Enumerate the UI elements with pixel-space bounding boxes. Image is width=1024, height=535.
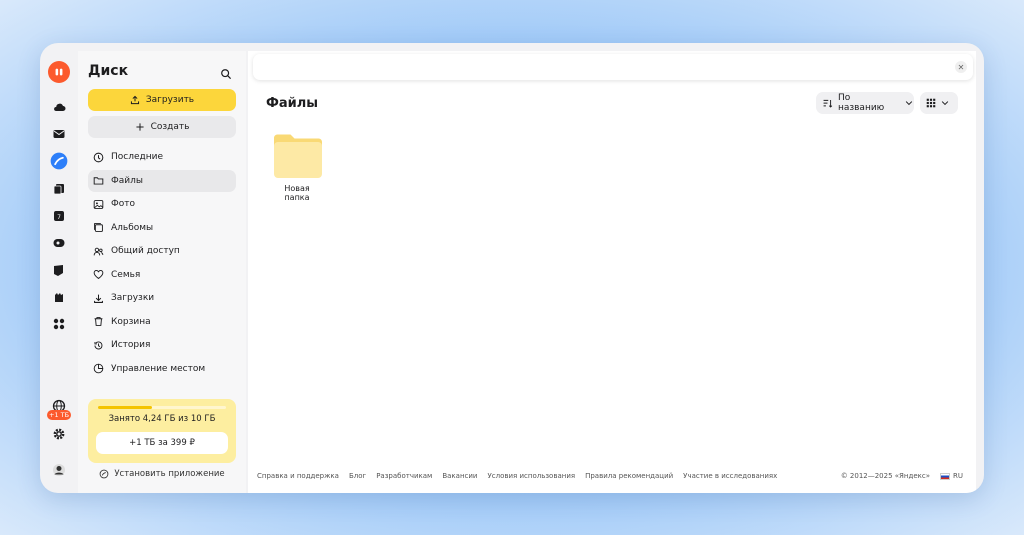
storage-progress-bar (98, 406, 226, 409)
create-label: Создать (150, 122, 190, 132)
language-label: RU (953, 472, 963, 480)
apps-grid-icon[interactable] (48, 313, 70, 335)
main-content: ✕ Файлы По названию Новая папка Справка … (248, 51, 976, 493)
language-switch[interactable]: RU (940, 472, 963, 480)
sidebar-item-label: Общий доступ (111, 246, 180, 256)
sidebar-item-family[interactable]: Семья (88, 264, 236, 286)
chevron-down-icon (905, 101, 913, 106)
plus-icon (135, 123, 144, 131)
footer-link[interactable]: Блог (349, 472, 366, 480)
sidebar-item-photo[interactable]: Фото (88, 193, 236, 215)
footer-link[interactable]: Вакансии (442, 472, 477, 480)
storage-offer-badge: +1 ТБ (47, 410, 72, 420)
storage-progress-fill (98, 406, 153, 409)
app-rail: 7 +1 ТБ (40, 43, 78, 493)
sort-icon (823, 99, 833, 108)
install-app-link[interactable]: Установить приложение (88, 469, 236, 479)
copyright: © 2012—2025 «Яндекс» (840, 472, 930, 480)
close-icon[interactable]: ✕ (955, 61, 967, 73)
album-icon (94, 223, 103, 232)
search-bar[interactable]: ✕ (253, 54, 973, 80)
sidebar-item-label: Управление местом (111, 363, 206, 374)
download-icon (94, 294, 103, 303)
storage-icon (93, 363, 104, 374)
sidebar-item-history[interactable]: История (88, 334, 236, 356)
sidebar-item-label: Фото (111, 199, 136, 209)
history-icon (94, 340, 103, 349)
folder-name[interactable]: Новая папка (272, 184, 322, 202)
yandex-logo-icon[interactable] (48, 61, 70, 83)
forms-icon[interactable] (48, 286, 70, 308)
footer-link[interactable]: Участие в исследованиях (683, 472, 777, 480)
sidebar-item-label: Корзина (111, 316, 151, 327)
sidebar-item-storage[interactable]: Управление местом (88, 358, 236, 380)
footer-links: Справка и поддержка Блог Разработчикам В… (257, 472, 777, 480)
footer-link[interactable]: Правила рекомендаций (585, 472, 673, 480)
sidebar-item-label: Последние (111, 152, 164, 162)
upload-button[interactable]: Загрузить (88, 89, 236, 111)
folder-item[interactable] (272, 132, 324, 184)
sidebar-nav: Последние Файлы Фото Альбомы Общий досту… (88, 146, 236, 381)
sidebar-item-files[interactable]: Файлы (88, 169, 236, 192)
footer-link[interactable]: Справка и поддержка (257, 472, 339, 480)
footer-link[interactable]: Разработчикам (376, 472, 432, 480)
calendar-icon[interactable]: 7 (48, 205, 70, 227)
flag-ru-icon (940, 472, 950, 480)
cloud-icon[interactable] (48, 96, 70, 118)
sidebar-item-shared[interactable]: Общий доступ (88, 240, 236, 262)
trash-icon (94, 317, 103, 326)
sort-label: По названию (837, 93, 885, 113)
disk-app-icon (100, 469, 109, 479)
disk-icon[interactable] (48, 150, 70, 172)
footer-right: © 2012—2025 «Яндекс» RU (841, 472, 963, 480)
sidebar-item-trash[interactable]: Корзина (88, 311, 236, 333)
notes-icon[interactable] (48, 259, 70, 281)
mail-icon[interactable] (48, 123, 70, 145)
users-icon (93, 247, 104, 255)
upload-label: Загрузить (145, 95, 195, 105)
avatar[interactable] (48, 459, 70, 481)
sidebar-item-downloads[interactable]: Загрузки (88, 287, 236, 309)
telemost-icon[interactable] (48, 232, 70, 254)
docs-icon[interactable] (48, 178, 70, 200)
search-icon[interactable] (220, 65, 234, 79)
sidebar-title: Диск (88, 63, 129, 79)
storage-used-text: Занято 4,24 ГБ из 10 ГБ (108, 414, 216, 424)
create-button[interactable]: Создать (88, 116, 236, 138)
view-mode-dropdown[interactable] (920, 92, 958, 114)
folder-icon (93, 177, 104, 185)
footer-link[interactable]: Условия использования (487, 472, 575, 480)
app-window: 7 +1 ТБ Диск Загрузить Создать Последние… (40, 43, 984, 493)
upload-icon (130, 95, 139, 105)
svg-text:7: 7 (57, 214, 61, 221)
sidebar-item-label: Загрузки (111, 293, 155, 303)
sidebar-item-label: Файлы (111, 175, 143, 186)
heart-icon (93, 270, 104, 279)
grid-view-icon (926, 98, 936, 108)
sidebar-item-label: Семья (111, 269, 141, 280)
photo-icon (93, 199, 104, 209)
clock-icon (93, 152, 104, 162)
storage-widget: Занято 4,24 ГБ из 10 ГБ +1 ТБ за 399 ₽ (88, 399, 236, 463)
folder-icon (274, 134, 322, 178)
chevron-down-icon (941, 101, 949, 106)
buy-storage-button[interactable]: +1 ТБ за 399 ₽ (96, 432, 228, 454)
sidebar-item-albums[interactable]: Альбомы (88, 217, 236, 239)
sidebar-item-label: История (111, 340, 151, 350)
sidebar-item-recent[interactable]: Последние (88, 146, 236, 168)
install-app-label: Установить приложение (114, 469, 225, 479)
sidebar: Диск Загрузить Создать Последние Файлы Ф… (78, 51, 246, 493)
sidebar-item-label: Альбомы (111, 222, 154, 233)
sort-dropdown[interactable]: По названию (816, 92, 914, 114)
page-title: Файлы (266, 96, 319, 111)
settings-gear-icon[interactable] (48, 423, 70, 445)
